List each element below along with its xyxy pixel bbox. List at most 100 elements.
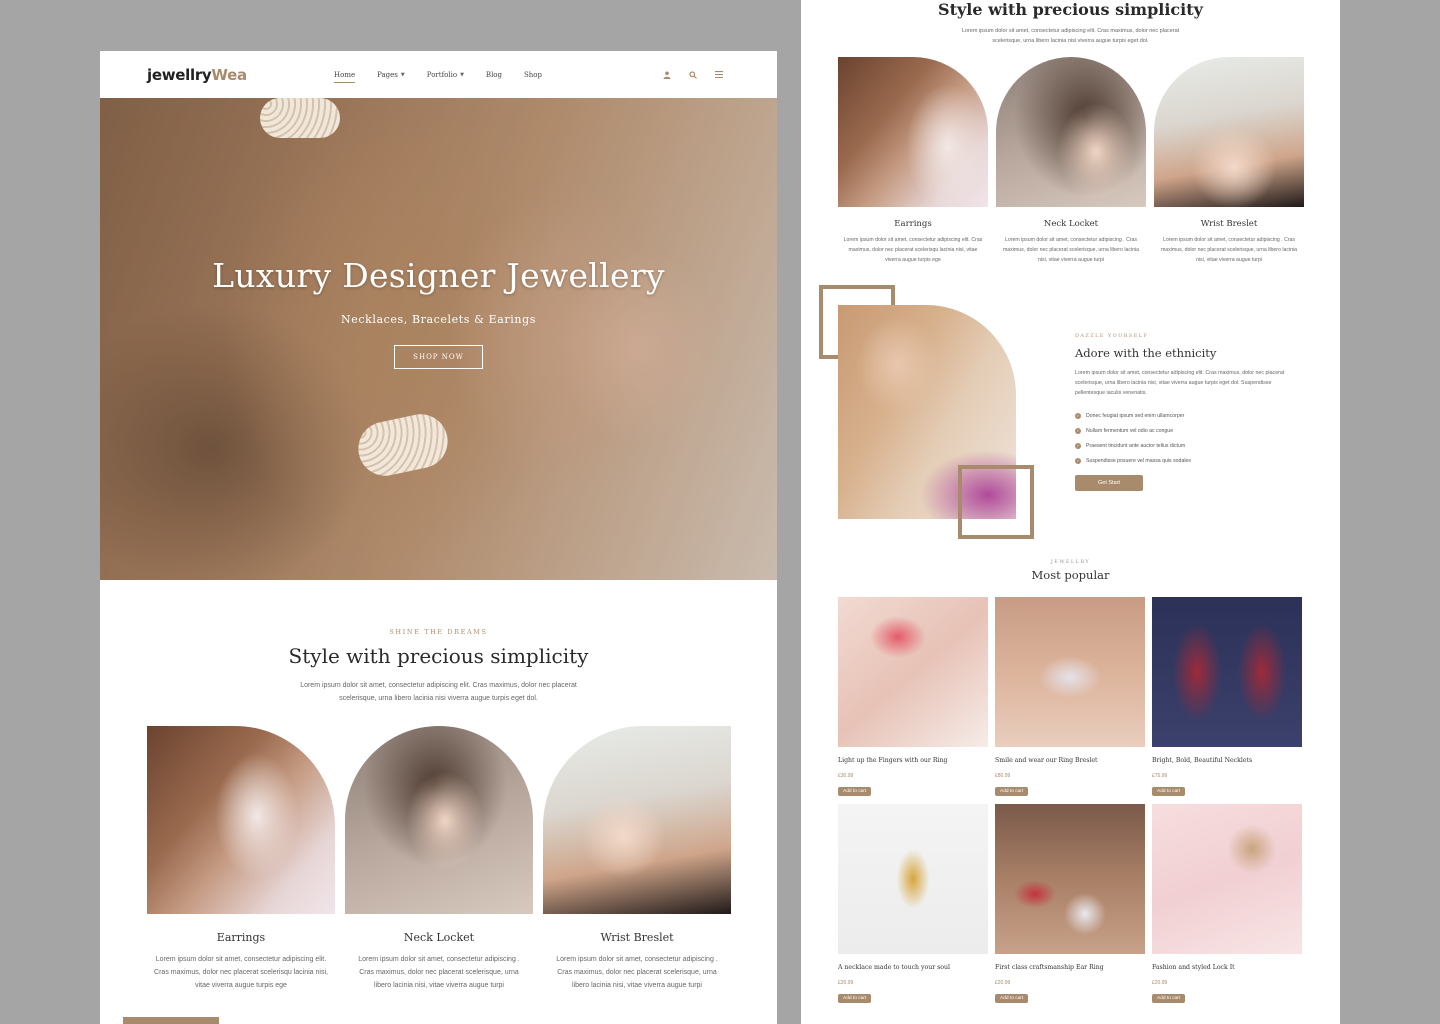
add-to-cart-button[interactable]: Add to cart [995,994,1029,1003]
chevron-down-icon: ▼ [400,71,405,78]
list-item-text: Praesent tincidunt ante auctor tellus di… [1086,442,1186,449]
add-to-cart-button[interactable]: Add to cart [838,787,872,796]
product-name[interactable]: Fashion and styled Lock It [1152,964,1302,971]
category-card-wrist-breslet[interactable]: Wrist Breslet Lorem ipsum dolor sit amet… [1154,57,1304,265]
category-card-earrings[interactable]: Earrings Lorem ipsum dolor sit amet, con… [147,726,335,992]
list-item-text: Nullam fermentum vel odio ac congue [1086,427,1174,434]
product-image[interactable] [995,597,1145,747]
logo-primary-text: jewellry [147,65,212,84]
product-card[interactable]: Fashion and styled Lock It £20.99 Add to… [1152,804,1302,1004]
hero-content: Luxury Designer Jewellery Necklaces, Bra… [100,256,777,369]
menu-item-blog[interactable]: Blog [486,71,502,79]
section-title: Most popular [1031,568,1110,582]
product-card[interactable]: A necklace made to touch your soul £20.9… [838,804,988,1004]
product-name[interactable]: Bright, Bold, Beautiful Necklets [1152,757,1302,764]
section-kicker: DAZZLE YOURSELF [1075,333,1149,339]
section-title: Style with precious simplicity [288,644,589,668]
most-popular-section: JEWELLRY Most popular [801,559,1340,582]
category-card-wrist-breslet[interactable]: Wrist Breslet Lorem ipsum dolor sit amet… [543,726,731,992]
list-item: ✓ Nullam fermentum vel odio ac congue [1075,423,1285,438]
add-to-cart-button[interactable]: Add to cart [995,787,1029,796]
product-card[interactable]: Bright, Bold, Beautiful Necklets £75.99 … [1152,597,1302,797]
logo-accent-text: Wea [211,65,247,84]
shop-now-button[interactable]: SHOP NOW [394,345,483,369]
menu-item-shop[interactable]: Shop [524,71,542,79]
main-menu: Home Pages ▼ Portfolio ▼ Blog Shop [334,51,542,98]
section-kicker: JEWELLRY [1050,559,1091,565]
product-name[interactable]: Smile and wear our Ring Breslet [995,757,1145,764]
product-price: £20.99 [995,980,1011,986]
section-text: Lorem ipsum dolor sit amet, consectetur … [1075,370,1285,396]
menu-label: Pages [377,70,398,79]
product-image[interactable] [838,804,988,954]
list-item: ✓ Suspendisse posuere vel massa quis soda… [1075,453,1285,468]
card-title: Earrings [894,219,932,229]
product-card[interactable]: Smile and wear our Ring Breslet £80.99 A… [995,597,1145,797]
product-image[interactable] [995,804,1145,954]
add-to-cart-button[interactable]: Add to cart [1152,787,1186,796]
section-kicker: SHINE THE DREAMS [389,628,488,636]
menu-item-home[interactable]: Home [334,71,356,83]
earrings-image [147,726,335,914]
add-to-cart-button[interactable]: Add to cart [1152,994,1186,1003]
product-image[interactable] [1152,804,1302,954]
search-icon[interactable] [688,70,698,80]
hair-pearl-clip-image [260,98,340,138]
product-grid: Light up the Fingers with our Ring £30.9… [801,597,1340,1004]
dazzle-section: DAZZLE YOURSELF Adore with the ethnicity… [801,285,1340,545]
card-title: Earrings [216,931,266,944]
product-card[interactable]: Light up the Fingers with our Ring £30.9… [838,597,988,797]
product-name[interactable]: A necklace made to touch your soul [838,964,988,971]
product-card[interactable]: First class craftsmanship Ear Ring £20.9… [995,804,1145,1004]
list-item: ✓ Praesent tincidunt ante auctor tellus d… [1075,438,1285,453]
card-text: Lorem ipsum dolor sit amet, consectetur … [1160,237,1298,263]
product-image[interactable] [838,597,988,747]
category-card-neck-locket[interactable]: Neck Locket Lorem ipsum dolor sit amet, … [996,57,1146,265]
hamburger-menu-icon[interactable] [714,70,724,80]
product-price: £75.99 [1152,773,1168,779]
card-text: Lorem ipsum dolor sit amet, consectetur … [358,956,520,989]
product-price: £20.99 [1152,980,1168,986]
card-text: Lorem ipsum dolor sit amet, consectetur … [843,237,983,263]
card-title: Neck Locket [1043,219,1099,229]
list-item-text: Donec feugiat ipsum sed enim ullamcorper [1086,412,1185,419]
category-cards: Earrings Lorem ipsum dolor sit amet, con… [100,726,777,992]
get-start-button[interactable]: Get Start [1075,475,1144,491]
menu-item-pages[interactable]: Pages ▼ [377,71,405,79]
product-price: £30.99 [838,773,854,779]
section-text: Lorem ipsum dolor sit amet, consectetur … [961,28,1180,44]
header-nav: jewellryWea Home Pages ▼ Portfolio ▼ Blog … [100,51,777,98]
earrings-image [838,57,988,207]
product-image[interactable] [1152,597,1302,747]
section-title: Adore with the ethnicity [1075,346,1217,360]
brand-logo[interactable]: jewellryWea [147,66,247,84]
product-name[interactable]: Light up the Fingers with our Ring [838,757,988,764]
add-to-cart-button[interactable]: Add to cart [838,994,872,1003]
neck-locket-image [345,726,533,914]
menu-label: Shop [524,70,542,79]
feature-list: ✓ Donec feugiat ipsum sed enim ullamcorpe… [1075,408,1285,468]
header-icons [662,51,724,98]
hero-banner: Luxury Designer Jewellery Necklaces, Bra… [100,98,777,580]
menu-label: Portfolio [426,70,458,79]
card-title: Wrist Breslet [1200,219,1258,229]
check-icon: ✓ [1075,412,1081,419]
card-text: Lorem ipsum dolor sit amet, consectetur … [556,956,718,989]
card-title: Neck Locket [403,931,475,944]
menu-item-portfolio[interactable]: Portfolio ▼ [427,71,464,79]
card-text: Lorem ipsum dolor sit amet, consectetur … [154,956,328,989]
card-text: Lorem ipsum dolor sit amet, consectetur … [1002,237,1140,263]
category-cards: Earrings Lorem ipsum dolor sit amet, con… [801,57,1340,265]
list-item-text: Suspendisse posuere vel massa quis sodal… [1086,457,1191,464]
product-name[interactable]: First class craftsmanship Ear Ring [995,964,1145,971]
category-card-earrings[interactable]: Earrings Lorem ipsum dolor sit amet, con… [838,57,988,265]
pearl-choker-image [353,409,453,481]
user-icon[interactable] [662,70,672,80]
product-price: £80.99 [995,773,1011,779]
section-title: Style with precious simplicity [938,0,1203,19]
bottom-accent-bar [123,1017,219,1024]
wrist-breslet-image [543,726,731,914]
category-card-neck-locket[interactable]: Neck Locket Lorem ipsum dolor sit amet, … [345,726,533,992]
product-price: £20.99 [838,980,854,986]
homepage-preview-left: jewellryWea Home Pages ▼ Portfolio ▼ Blog … [100,51,777,1024]
